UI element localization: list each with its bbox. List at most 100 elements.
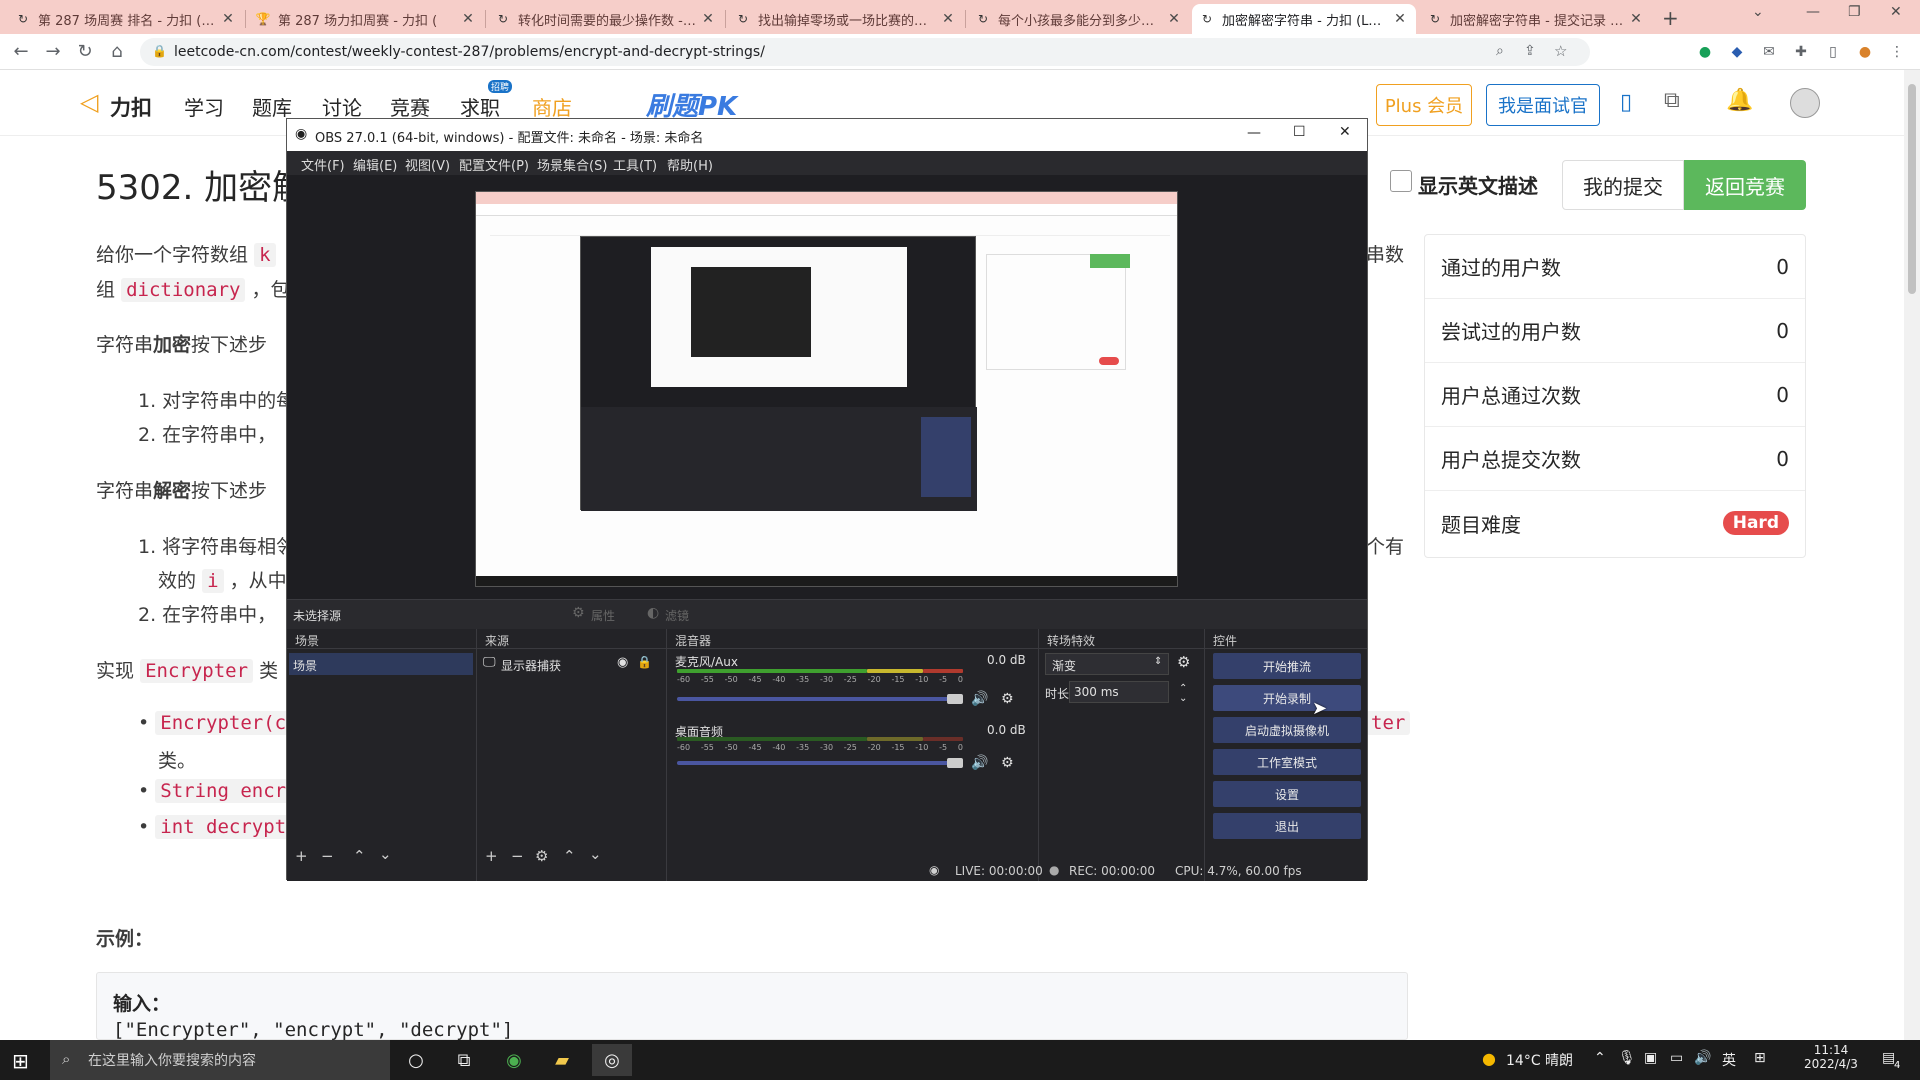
nav-jobs[interactable]: 求职 xyxy=(460,92,500,121)
tray-overflow-icon[interactable]: ⌃ xyxy=(1594,1050,1606,1066)
browser-tab-active[interactable]: ↻ 加密解密字符串 - 力扣 (LeetCo ✕ xyxy=(1192,4,1416,34)
interviewer-button[interactable]: 我是面试官 xyxy=(1486,84,1600,126)
gear-icon[interactable]: ⚙ xyxy=(1001,755,1014,771)
start-virtual-camera-button[interactable]: 启动虚拟摄像机 xyxy=(1213,717,1361,743)
close-icon[interactable]: ✕ xyxy=(940,11,956,27)
menu-profile[interactable]: 配置文件(P) xyxy=(459,155,529,174)
menu-view[interactable]: 视图(V) xyxy=(405,155,450,174)
browser-tab[interactable]: ↻ 加密解密字符串 - 提交记录 - 力 ✕ xyxy=(1420,4,1652,34)
menu-scene-collection[interactable]: 场景集合(S) xyxy=(537,155,607,174)
nav-contest[interactable]: 竞赛 xyxy=(390,92,430,121)
forward-arrow-icon[interactable]: → xyxy=(42,41,64,63)
lock-icon[interactable]: 🔒 xyxy=(637,655,652,669)
browser-tab[interactable]: ↻ 转化时间需要的最少操作数 - 力 ✕ xyxy=(488,4,724,34)
plus-member-button[interactable]: Plus 会员 xyxy=(1376,84,1472,126)
spin-down-icon[interactable]: ⌄ xyxy=(1179,693,1187,704)
extension-shield-icon[interactable]: ◆ xyxy=(1728,43,1746,61)
bookmark-star-icon[interactable]: ☆ xyxy=(1554,42,1567,60)
my-submissions-button[interactable]: 我的提交 xyxy=(1562,160,1684,210)
filters-button[interactable]: 滤镜 xyxy=(665,607,689,624)
extension-mail-icon[interactable]: ✉ xyxy=(1760,43,1778,61)
playground-icon[interactable]: ⧉ xyxy=(1664,88,1680,113)
scrollbar-thumb[interactable] xyxy=(1908,84,1916,294)
close-icon[interactable]: ✕ xyxy=(220,11,236,27)
volume-slider[interactable] xyxy=(677,761,963,765)
volume-slider-knob[interactable] xyxy=(947,758,963,768)
browser-tab[interactable]: 🏆 第 287 场力扣周赛 - 力扣 ( ✕ xyxy=(248,4,484,34)
extensions-puzzle-icon[interactable]: ✚ xyxy=(1792,43,1810,61)
nav-problemset[interactable]: 题库 xyxy=(252,92,292,121)
move-down-icon[interactable]: ⌄ xyxy=(379,845,392,863)
close-icon[interactable]: ✕ xyxy=(460,11,476,27)
properties-button[interactable]: 属性 xyxy=(591,607,615,624)
gear-icon[interactable]: ⚙ xyxy=(1001,691,1014,707)
restore-icon[interactable]: ❐ xyxy=(1848,4,1861,20)
menu-tools[interactable]: 工具(T) xyxy=(613,155,657,174)
page-scrollbar[interactable] xyxy=(1904,70,1920,1040)
extension-grammarly-icon[interactable]: ● xyxy=(1696,43,1714,61)
minimize-icon[interactable]: — xyxy=(1247,125,1261,141)
english-checkbox[interactable] xyxy=(1390,170,1412,192)
close-icon[interactable]: ✕ xyxy=(700,11,716,27)
browser-tab[interactable]: ↻ 第 287 场周赛 排名 - 力扣 (Le ✕ xyxy=(8,4,244,34)
file-explorer-icon[interactable]: ▰ xyxy=(542,1044,582,1076)
reload-icon[interactable]: ↻ xyxy=(74,41,96,63)
menu-help[interactable]: 帮助(H) xyxy=(667,155,713,174)
transition-select[interactable]: 渐变 ⇕ xyxy=(1045,653,1169,675)
nav-store[interactable]: 商店 xyxy=(532,92,572,121)
menu-file[interactable]: 文件(F) xyxy=(301,155,345,174)
eye-icon[interactable]: ◉ xyxy=(617,655,628,670)
english-checkbox-label[interactable]: 显示英文描述 xyxy=(1418,170,1538,199)
microphone-icon[interactable]: 🎙 xyxy=(1618,1050,1636,1066)
volume-slider[interactable] xyxy=(677,697,963,701)
obs-taskbar-icon[interactable]: ◎ xyxy=(592,1044,632,1076)
menu-kebab-icon[interactable]: ⋮ xyxy=(1888,43,1906,61)
clock[interactable]: 11:14 2022/4/3 xyxy=(1796,1043,1866,1071)
windows-start-icon[interactable]: ⊞ xyxy=(12,1049,29,1073)
keyboard-icon[interactable]: ⊞ xyxy=(1754,1050,1766,1066)
scene-item[interactable]: 场景 xyxy=(289,653,473,675)
volume-icon[interactable]: 🔊 xyxy=(1694,1050,1711,1066)
avatar[interactable] xyxy=(1790,88,1820,118)
leetcode-logo-icon[interactable]: ◁ xyxy=(80,88,98,116)
address-bar[interactable]: 🔒 leetcode-cn.com/contest/weekly-contest… xyxy=(140,38,1590,66)
share-icon[interactable]: ⇪ xyxy=(1524,43,1536,59)
nav-learn[interactable]: 学习 xyxy=(184,92,224,121)
close-window-icon[interactable]: ✕ xyxy=(1890,4,1902,20)
network-icon[interactable]: ▭ xyxy=(1670,1050,1683,1066)
start-recording-button[interactable]: 开始录制 xyxy=(1213,685,1361,711)
gear-icon[interactable]: ⚙ xyxy=(1177,653,1190,671)
menu-edit[interactable]: 编辑(E) xyxy=(353,155,397,174)
minimize-icon[interactable]: — xyxy=(1806,4,1820,20)
new-tab-button[interactable]: + xyxy=(1662,6,1679,30)
source-name[interactable]: 显示器捕获 xyxy=(501,657,561,674)
speaker-icon[interactable]: 🔊 xyxy=(971,691,988,707)
close-icon[interactable]: ✕ xyxy=(1628,11,1644,27)
volume-slider-knob[interactable] xyxy=(947,694,963,704)
browser-tab[interactable]: ↻ 每个小孩最多能分到多少糖果 - ✕ xyxy=(968,4,1190,34)
back-to-contest-button[interactable]: 返回竞赛 xyxy=(1684,160,1806,210)
settings-button[interactable]: 设置 xyxy=(1213,781,1361,807)
task-view-icon[interactable]: ⧉ xyxy=(444,1044,484,1076)
zoom-icon[interactable]: ⌕ xyxy=(1496,43,1504,59)
weather-sun-icon[interactable]: ● xyxy=(1482,1049,1496,1068)
duration-input[interactable]: 300 ms xyxy=(1069,681,1169,703)
ime-indicator[interactable]: 英 xyxy=(1722,1050,1736,1070)
speaker-icon[interactable]: 🔊 xyxy=(971,755,988,771)
home-icon[interactable]: ⌂ xyxy=(106,41,128,63)
tab-search-icon[interactable]: ⌄ xyxy=(1752,4,1764,20)
site-logo-text[interactable]: 力扣 xyxy=(110,92,152,122)
taskbar-search[interactable]: ⌕ 在这里输入你要搜索的内容 xyxy=(50,1040,390,1080)
close-icon[interactable]: ✕ xyxy=(1339,124,1351,140)
close-icon[interactable]: ✕ xyxy=(1392,11,1408,27)
obs-preview[interactable] xyxy=(287,175,1367,615)
back-arrow-icon[interactable]: ← xyxy=(10,41,32,63)
browser-tab[interactable]: ↻ 找出输掉零场或一场比赛的玩家 ✕ xyxy=(728,4,964,34)
mobile-icon[interactable]: ▯ xyxy=(1620,90,1632,115)
studio-mode-button[interactable]: 工作室模式 xyxy=(1213,749,1361,775)
cortana-icon[interactable]: ○ xyxy=(396,1044,436,1076)
bell-icon[interactable]: 🔔 xyxy=(1726,88,1753,113)
move-down-icon[interactable]: ⌄ xyxy=(589,845,602,863)
chrome-icon[interactable]: ◉ xyxy=(494,1044,534,1076)
exit-button[interactable]: 退出 xyxy=(1213,813,1361,839)
